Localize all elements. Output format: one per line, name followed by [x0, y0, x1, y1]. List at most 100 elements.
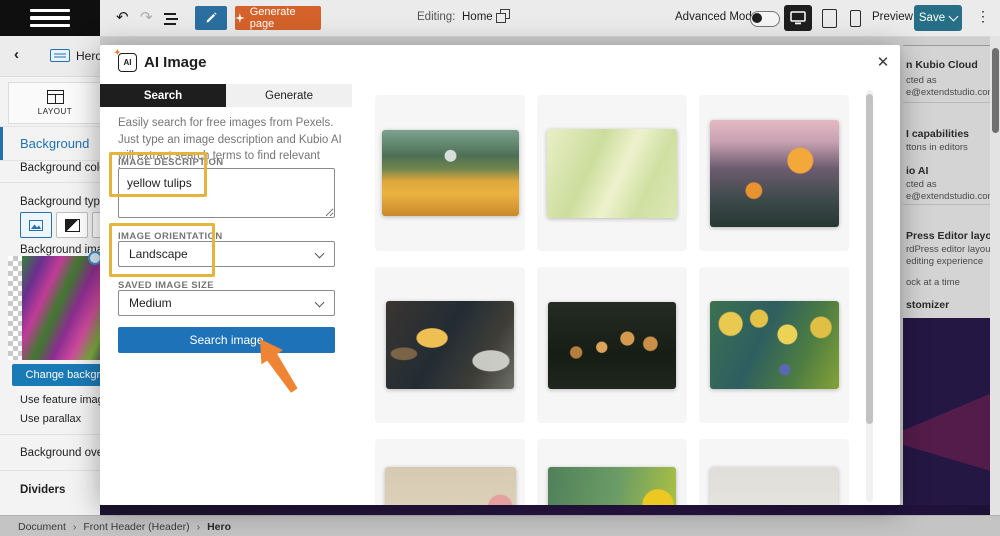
more-options-icon[interactable]: ⋮: [976, 8, 990, 25]
close-icon[interactable]: ✕: [872, 51, 894, 73]
results-scrollbar-thumb[interactable]: [866, 94, 873, 424]
chevron-down-icon: [948, 11, 959, 22]
search-result-image[interactable]: [709, 119, 839, 227]
ai-image-icon: AI ✦: [114, 48, 137, 72]
search-image-button[interactable]: Search image: [118, 327, 335, 353]
right-panel-text: ock at a time: [906, 277, 960, 288]
desktop-icon: [790, 11, 806, 25]
breadcrumb-hero[interactable]: Hero: [207, 521, 231, 533]
search-result-card[interactable]: [699, 95, 849, 251]
breadcrumb-separator: ›: [196, 521, 201, 533]
right-panel-text: e@extendstudio.com: [906, 87, 990, 98]
right-panel-text: e@extendstudio.com: [906, 191, 990, 202]
page-canvas-preview: [903, 318, 990, 505]
pencil-icon: [206, 12, 217, 23]
kubio-editor-screen: ↶ ↷ Generate page Editing: Home Advanced…: [0, 0, 1000, 536]
block-name: Hero: [76, 49, 100, 63]
right-panel-text: cted as: [906, 179, 937, 190]
preview-button[interactable]: Preview: [872, 11, 913, 23]
advanced-mode-toggle[interactable]: [750, 11, 780, 27]
bg-type-video-button[interactable]: [92, 212, 100, 238]
right-panel-text: editing experience: [906, 256, 984, 267]
breadcrumb-separator: ›: [72, 521, 77, 533]
pages-icon[interactable]: [496, 9, 510, 29]
saved-image-size-select[interactable]: Medium: [118, 290, 335, 316]
search-result-card[interactable]: [537, 439, 687, 505]
search-result-card[interactable]: [699, 267, 849, 423]
canvas-decoration-triangle: [903, 384, 990, 478]
breadcrumb-front-header[interactable]: Front Header (Header): [83, 521, 189, 533]
right-panel-text: io AI: [906, 165, 929, 177]
list-view-icon[interactable]: [164, 11, 178, 31]
search-result-card[interactable]: [375, 267, 525, 423]
tab-generate[interactable]: Generate: [226, 84, 352, 107]
breadcrumb-bar: Document › Front Header (Header) › Hero: [0, 515, 1000, 536]
chevron-down-icon: [314, 248, 325, 259]
sparkle-page-icon: [235, 13, 245, 23]
window-scrollbar[interactable]: [990, 36, 1000, 515]
search-result-image[interactable]: [709, 301, 839, 389]
tablet-view-button[interactable]: [822, 9, 837, 28]
desktop-view-button[interactable]: [784, 5, 812, 31]
breadcrumb: Document › Front Header (Header) › Hero: [18, 521, 231, 533]
image-orientation-select[interactable]: Landscape: [118, 241, 335, 267]
modal-title: AI Image: [144, 54, 207, 71]
search-result-image[interactable]: [548, 301, 676, 389]
section-background[interactable]: Background: [0, 126, 100, 161]
undo-icon[interactable]: ↶: [116, 8, 129, 28]
editing-value: Home: [462, 11, 493, 23]
ai-image-modal: AI ✦ AI Image ✕ Search Generate Easily s…: [100, 45, 900, 505]
background-color-label[interactable]: Background color: [20, 162, 100, 174]
search-result-card[interactable]: [375, 439, 525, 505]
right-panel-text: ttons in editors: [906, 142, 968, 153]
search-result-image[interactable]: [547, 128, 677, 218]
save-button[interactable]: Save: [914, 5, 962, 31]
scrollbar-thumb[interactable]: [991, 48, 999, 133]
search-result-image[interactable]: [548, 467, 676, 505]
search-result-image[interactable]: [384, 467, 516, 505]
right-panel-text: I capabilities: [906, 128, 970, 140]
gradient-icon: [64, 218, 80, 232]
search-result-image[interactable]: [381, 130, 519, 216]
edit-mode-button[interactable]: [195, 6, 227, 30]
breadcrumb-document[interactable]: Document: [18, 521, 66, 533]
top-toolbar: ↶ ↷ Generate page Editing: Home Advanced…: [0, 0, 1000, 37]
mobile-view-button[interactable]: [850, 10, 861, 27]
dividers-section-label[interactable]: Dividers: [20, 484, 65, 496]
hamburger-menu-button[interactable]: [0, 0, 100, 36]
back-icon[interactable]: ‹: [14, 46, 19, 63]
search-result-image[interactable]: [386, 301, 514, 389]
advanced-mode-label: Advanced Mode: [675, 11, 759, 23]
search-result-image[interactable]: [710, 467, 838, 505]
editing-label: Editing:: [417, 11, 456, 23]
use-parallax-label[interactable]: Use parallax: [20, 413, 81, 425]
use-feature-image-label[interactable]: Use feature image if availa: [20, 394, 100, 406]
layout-grid-icon: [46, 90, 64, 104]
search-result-card[interactable]: [699, 439, 849, 505]
tab-layout[interactable]: LAYOUT: [8, 82, 100, 124]
image-description-textarea[interactable]: yellow tulips: [118, 168, 335, 218]
image-description-label: IMAGE DESCRIPTION: [118, 157, 224, 168]
background-type-label: Background type: [20, 196, 100, 208]
hamburger-icon: [30, 8, 70, 13]
right-panel-text: rdPress editor layout to: [906, 244, 990, 255]
background-image-preview[interactable]: [8, 251, 100, 360]
right-panel-text: stomizer: [906, 299, 950, 311]
generate-page-button[interactable]: Generate page: [235, 6, 321, 30]
search-result-card[interactable]: [537, 267, 687, 423]
left-sidebar: ‹ Hero LAYOUT Background Background colo…: [0, 36, 100, 515]
bg-type-gradient-button[interactable]: [56, 212, 88, 238]
bg-type-image-button[interactable]: [20, 212, 52, 238]
search-result-card[interactable]: [375, 95, 525, 251]
focal-point-handle[interactable]: [88, 251, 100, 265]
results-scrollbar[interactable]: [866, 90, 873, 502]
sparkle-icon: ✦: [114, 48, 121, 57]
right-panel-text: Press Editor layout: [906, 230, 990, 242]
tab-search[interactable]: Search: [100, 84, 226, 107]
change-background-button[interactable]: Change backgroun: [12, 364, 100, 386]
chevron-down-icon: [314, 297, 325, 308]
background-overlay-label[interactable]: Background overlay: [20, 447, 100, 459]
redo-icon[interactable]: ↷: [140, 8, 153, 28]
block-header-row: ‹ Hero: [0, 36, 100, 77]
search-result-card[interactable]: [537, 95, 687, 251]
